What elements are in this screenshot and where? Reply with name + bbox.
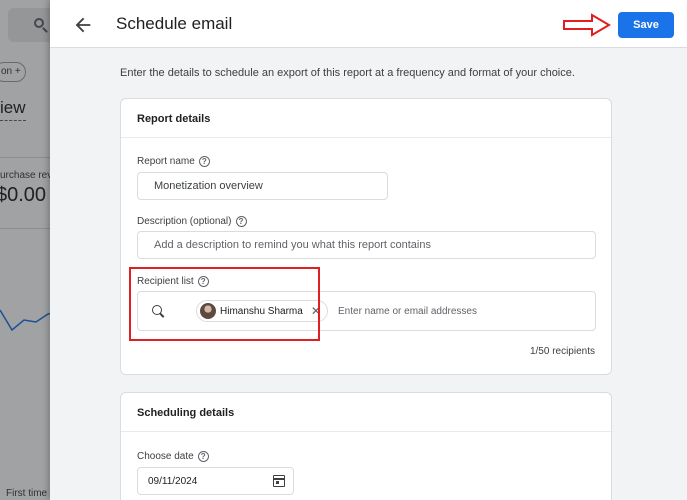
description-label: Description (optional) ?: [137, 216, 247, 227]
page-title: Schedule email: [116, 14, 233, 33]
recipient-input[interactable]: [338, 301, 578, 321]
description-input[interactable]: [137, 231, 596, 259]
date-input[interactable]: 09/11/2024: [137, 467, 294, 495]
date-value: 09/11/2024: [148, 476, 198, 487]
report-details-card: Report details Report name ? Description…: [120, 98, 612, 375]
choose-date-label: Choose date ?: [137, 451, 209, 462]
card-divider: [121, 431, 611, 432]
annotation-highlight-box: [129, 267, 320, 341]
recipient-count: 1/50 recipients: [529, 346, 595, 357]
scheduling-details-card: Scheduling details Choose date ? 09/11/2…: [120, 392, 612, 500]
report-name-label: Report name ?: [137, 156, 210, 167]
calendar-icon[interactable]: [273, 475, 285, 487]
help-icon[interactable]: ?: [197, 451, 209, 462]
scheduling-details-title: Scheduling details: [137, 407, 235, 419]
report-details-title: Report details: [137, 113, 211, 125]
card-divider: [121, 137, 611, 138]
arrow-back-icon[interactable]: [72, 14, 94, 36]
panel-header: Schedule email Save: [50, 0, 687, 48]
save-button[interactable]: Save: [618, 12, 674, 38]
help-icon[interactable]: ?: [198, 156, 210, 167]
annotation-arrow: [563, 13, 611, 37]
intro-text: Enter the details to schedule an export …: [120, 67, 575, 79]
help-icon[interactable]: ?: [235, 216, 247, 227]
report-name-input[interactable]: [137, 172, 388, 200]
schedule-email-panel: Schedule email Save Enter the details to…: [50, 0, 687, 500]
